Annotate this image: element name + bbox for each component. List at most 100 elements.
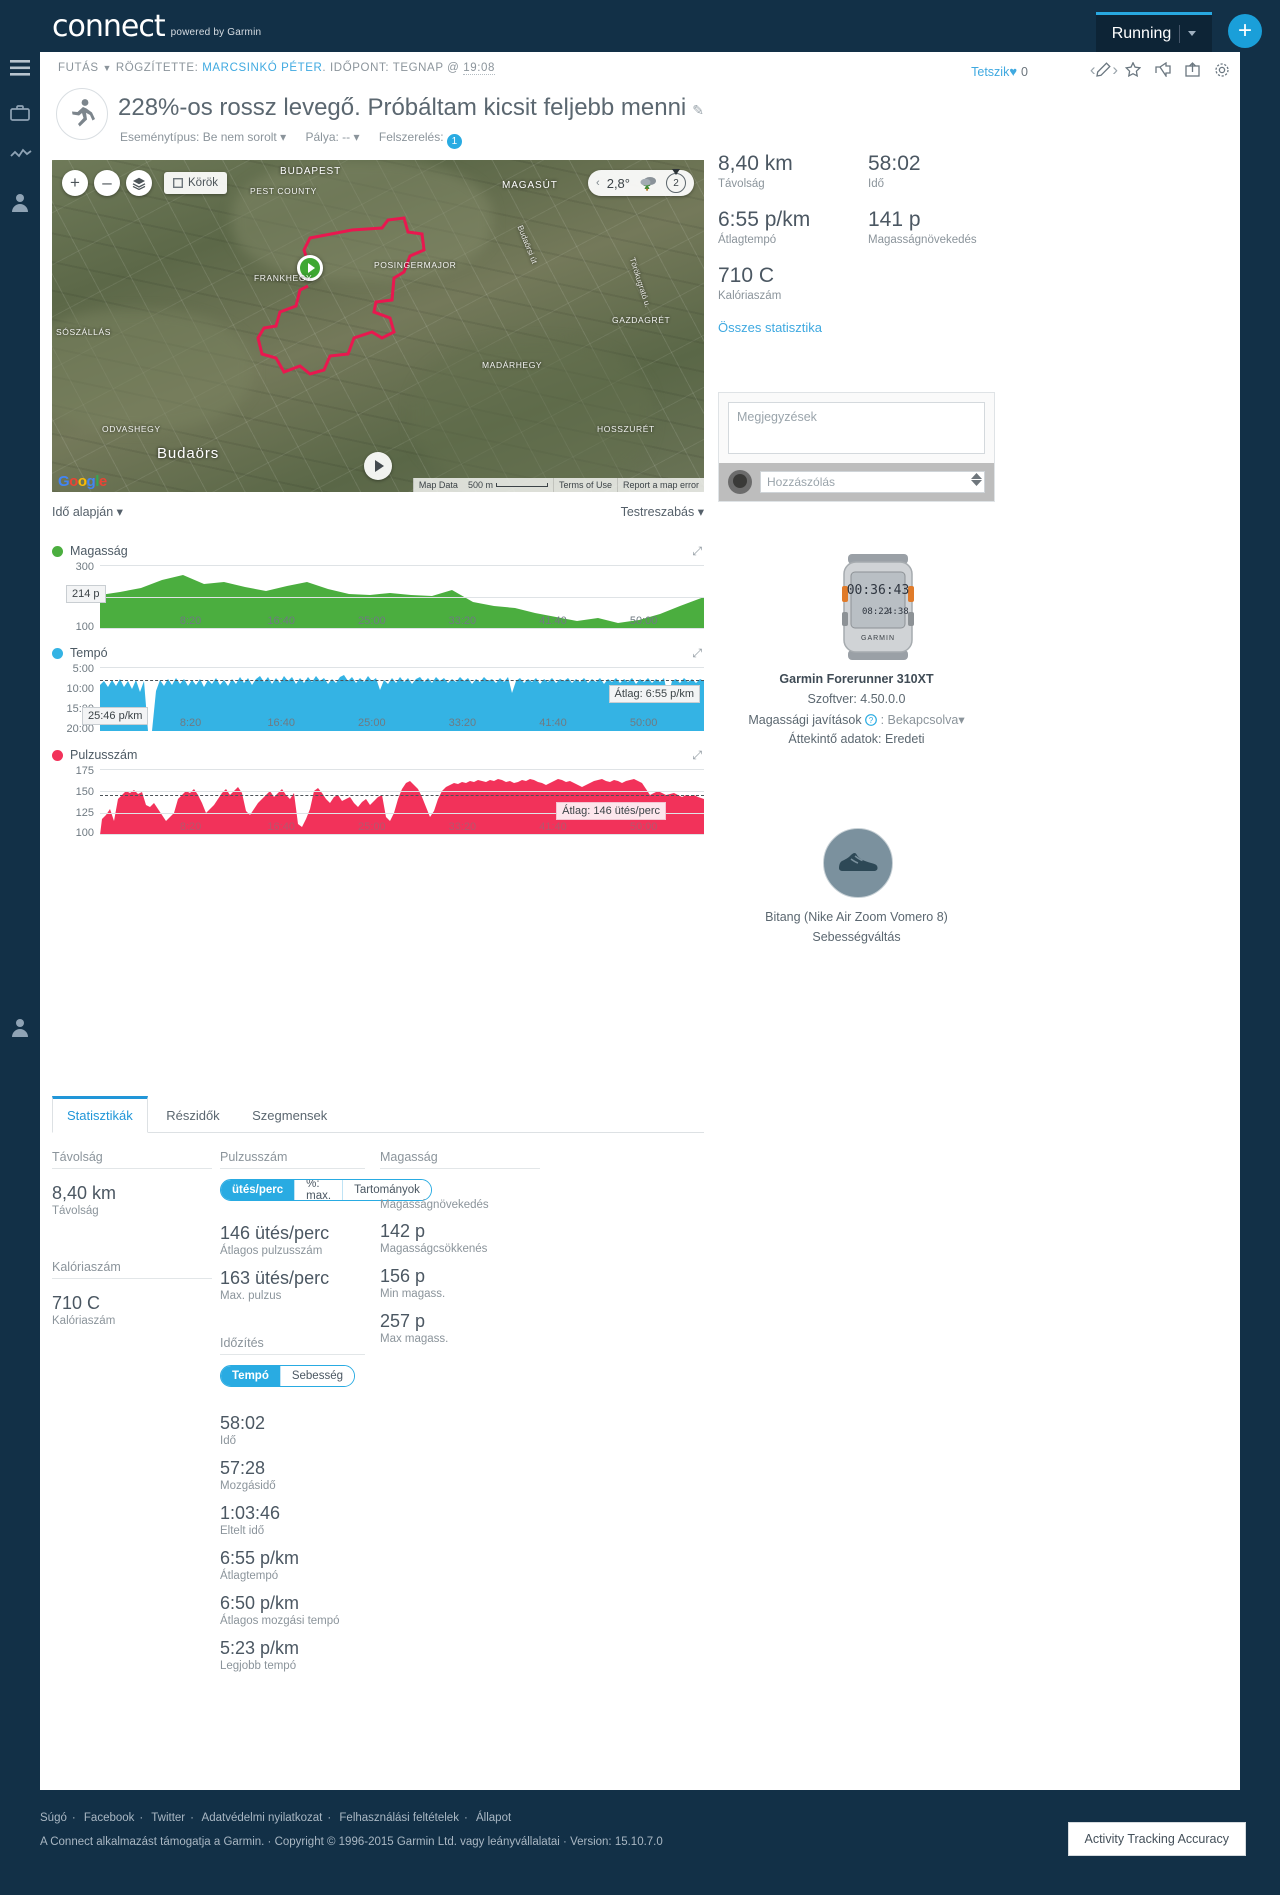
expand-heartrate-icon[interactable]: ⤢ [692, 748, 702, 763]
x-tick: 50:00 [629, 615, 658, 627]
summary-elev-gain: 141 p Magasságnövekedés [868, 208, 977, 246]
gear-avatar[interactable] [823, 828, 893, 898]
layers-icon [132, 177, 146, 190]
heartrate-plot[interactable]: 175 150 125 100 8:20 16:40 25:00 33:20 4… [52, 765, 704, 839]
elevation-corrections-value[interactable]: : Bekapcsolva [881, 713, 959, 727]
comment-placeholder: Hozzászólás [767, 475, 836, 489]
elevation-plot[interactable]: 300 100 8:20 16:40 25:00 33:20 41:40 50:… [52, 561, 704, 633]
profile-icon[interactable] [10, 192, 30, 212]
pace-plot[interactable]: 5:00 10:00 15:00 20:00 8:20 16:40 25:00 … [52, 663, 704, 735]
chevron-down-icon[interactable] [1188, 31, 1197, 36]
event-type-group[interactable]: Eseménytípus: Be nem sorolt ▾ [120, 130, 289, 144]
share-icon[interactable] [1155, 62, 1171, 78]
stat-label: Magasságcsökkenés [380, 1243, 488, 1255]
tab-statistics[interactable]: Statisztikák [52, 1096, 148, 1133]
pill-pace[interactable]: Tempó [221, 1366, 281, 1386]
connect-logo[interactable]: connect powered by Garmin [52, 12, 261, 42]
weather-widget[interactable]: ‹ 2,8° 2 [588, 170, 694, 196]
sep: · [71, 1812, 76, 1824]
terms-of-use-link[interactable]: Terms of Use [552, 477, 617, 492]
pace-tooltip: 25:46 p/km [82, 707, 149, 725]
tab-splits[interactable]: Részidők [152, 1097, 233, 1132]
export-icon[interactable] [1185, 62, 1200, 78]
event-type-value: Be nem sorolt [202, 130, 277, 144]
map-layers-button[interactable] [126, 170, 152, 196]
favorite-star-icon[interactable] [1125, 62, 1141, 78]
gear-label: Felszerelés: [378, 130, 444, 144]
laps-toggle-button[interactable]: Körök [164, 172, 228, 194]
x-tick: 16:40 [267, 821, 295, 833]
expand-pace-icon[interactable]: ⤢ [692, 646, 702, 661]
activity-subinfo: Eseménytípus: Be nem sorolt ▾ Pálya: -- … [120, 130, 478, 149]
device-software: Szoftver: 4.50.0.0 [807, 692, 906, 706]
pill-speed[interactable]: Sebesség [280, 1366, 354, 1386]
help-icon[interactable]: ? [865, 713, 880, 727]
stat-label: Max. pulzus [220, 1290, 282, 1302]
x-tick: 16:40 [267, 717, 295, 729]
map-label: MADÁRHEGY [482, 360, 543, 370]
footer-link-status[interactable]: Állapot [476, 1812, 511, 1824]
map-label: ODVASHEGY [102, 424, 161, 434]
like-count: 0 [1021, 65, 1028, 79]
map-playback-button[interactable] [364, 452, 392, 480]
expand-elevation-icon[interactable]: ⤢ [692, 544, 702, 559]
timing-unit-toggle[interactable]: Tempó Sebesség [220, 1365, 355, 1387]
like-control[interactable]: Tetszik♥ 0 [971, 64, 1028, 79]
zoom-out-button[interactable]: – [94, 170, 120, 196]
summary-value: 141 p [868, 208, 921, 231]
map-label: FRANKHEGY [254, 273, 313, 283]
settings-gear-icon[interactable] [1214, 62, 1230, 78]
gear-group[interactable]: Felszerelés: 1 [378, 130, 462, 149]
course-label: Pálya: [305, 130, 339, 144]
zoom-in-button[interactable]: + [62, 170, 88, 196]
connections-icon[interactable] [10, 1017, 30, 1037]
report-map-error-link[interactable]: Report a map error [616, 477, 704, 492]
activity-map[interactable]: + – Körök ‹ 2,8° 2 BUDAPEST PEST COUNTY … [52, 160, 704, 492]
activity-type-tab[interactable]: Running [1096, 12, 1212, 52]
all-statistics-link[interactable]: Összes statisztika [718, 320, 822, 335]
footer-link-privacy[interactable]: Adatvédelmi nyilatkozat [202, 1812, 323, 1824]
tab-segments[interactable]: Szegmensek [238, 1097, 341, 1132]
activity-time[interactable]: 19:08 [463, 62, 496, 75]
footer-link-help[interactable]: Súgó [40, 1812, 67, 1824]
weather-prev-icon[interactable]: ‹ [596, 177, 600, 189]
user-avatar [728, 470, 752, 494]
notes-textarea[interactable]: Megjegyzések [728, 402, 985, 454]
chart-basis-dropdown[interactable]: Idő alapján ▾ [52, 505, 123, 519]
stat-value: 6:50 p/km [220, 1593, 300, 1613]
gridline [100, 791, 704, 792]
elevation-gain-label: Magasságnövekedés [380, 1199, 489, 1211]
footer-link-terms[interactable]: Felhasználási feltételek [339, 1812, 459, 1824]
recorded-by-user-link[interactable]: MARCSINKÓ PÉTER [202, 62, 322, 74]
event-type-label: Eseménytípus: [120, 130, 200, 144]
pace-average-line [100, 680, 704, 681]
change-gear-link[interactable]: Sebességváltás [718, 930, 995, 944]
chevron-down-icon[interactable]: ▾ [958, 713, 964, 727]
compass-widget[interactable]: 2 [666, 173, 686, 193]
stat-value: 257 p [380, 1311, 426, 1331]
footer-link-facebook[interactable]: Facebook [84, 1812, 135, 1824]
edit-title-icon[interactable]: ✎ [692, 102, 704, 118]
heartrate-legend-label: Pulzusszám [70, 748, 138, 762]
briefcase-icon[interactable] [10, 104, 30, 122]
recorded-by-label: RÖGZÍTETTE: [115, 62, 199, 74]
hamburger-menu-icon[interactable] [10, 60, 30, 76]
svg-text:08:22: 08:22 [862, 607, 889, 617]
footer-link-twitter[interactable]: Twitter [151, 1812, 185, 1824]
activity-chart-icon[interactable] [10, 147, 32, 161]
chart-customize-label: Testreszabás [620, 505, 695, 519]
activity-type-dropdown-icon[interactable]: ▼ [103, 63, 113, 73]
add-button[interactable]: + [1228, 14, 1262, 48]
comment-input[interactable]: Hozzászólás [760, 471, 985, 493]
pill-bpm[interactable]: ütés/perc [221, 1180, 296, 1200]
course-group[interactable]: Pálya: -- ▾ [305, 130, 362, 144]
pill-percent-max[interactable]: %: max. [295, 1180, 344, 1200]
map-attribution: Map Data 500 m Terms of Use Report a map… [412, 477, 704, 492]
edit-icon[interactable] [1096, 62, 1111, 78]
stat-label: Eltelt idő [220, 1525, 265, 1537]
comment-spinner[interactable] [971, 473, 982, 486]
activity-tracking-accuracy-button[interactable]: Activity Tracking Accuracy [1067, 1822, 1246, 1856]
chart-customize-dropdown[interactable]: Testreszabás ▾ [621, 504, 704, 519]
prev-activity-icon[interactable]: ‹ [1090, 60, 1096, 79]
x-tick: 33:20 [448, 717, 477, 729]
